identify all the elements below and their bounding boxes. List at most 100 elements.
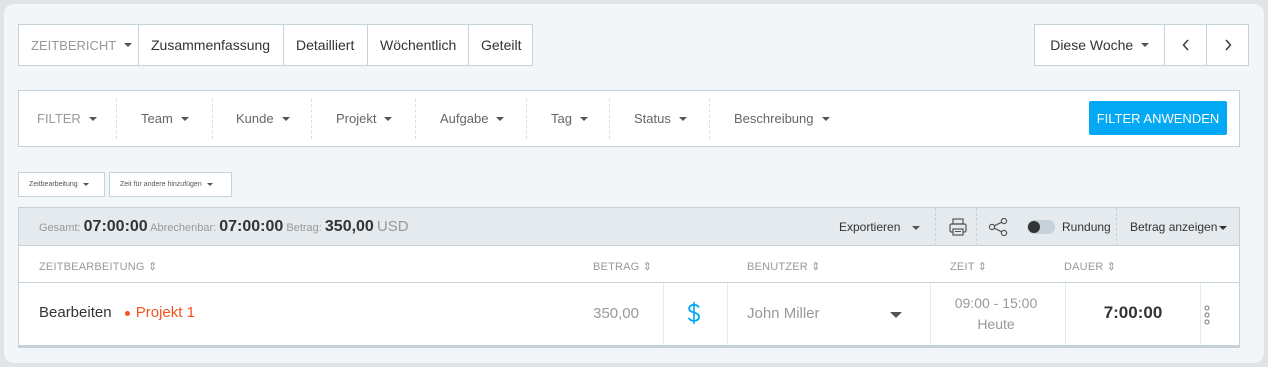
toggle-knob	[1028, 221, 1040, 233]
divider	[663, 283, 664, 345]
filter-task-label: Aufgabe	[440, 111, 489, 126]
show-amount-dropdown[interactable]: Betrag anzeigen	[1130, 220, 1228, 234]
amount-value: 350,00	[324, 218, 374, 235]
chevron-down-icon	[124, 43, 133, 47]
share-button[interactable]	[988, 217, 1008, 241]
filter-team-label: Team	[141, 111, 173, 126]
divider	[935, 208, 936, 246]
divider	[415, 99, 416, 139]
column-header-entry[interactable]: ZEITBEARBEITUNG ⇕	[39, 260, 157, 273]
add-time-for-others-dropdown[interactable]: Zeit für andere hinzufügen	[109, 172, 232, 197]
project-color-dot	[124, 310, 130, 316]
add-time-for-others-label: Zeit für andere hinzufügen	[120, 181, 202, 188]
time-range-text: 09:00 - 15:00	[954, 295, 1038, 311]
column-header-time[interactable]: ZEIT ⇕	[950, 260, 987, 273]
export-dropdown[interactable]: Exportieren	[839, 220, 921, 234]
divider	[116, 99, 117, 139]
filter-task[interactable]: Aufgabe	[440, 91, 505, 146]
divider	[976, 208, 977, 246]
total-value: 07:00:00	[83, 218, 148, 235]
tab-label: Wöchentlich	[380, 37, 457, 53]
edit-time-dropdown[interactable]: Zeitbearbeitung	[18, 172, 105, 197]
chevron-down-icon	[82, 183, 89, 186]
chevron-down-icon	[1219, 225, 1228, 230]
user-select[interactable]: John Miller	[747, 305, 820, 322]
divider	[212, 99, 213, 139]
report-type-dropdown[interactable]: ZEITBERICHT	[19, 25, 139, 65]
show-amount-label: Betrag anzeigen	[1130, 220, 1218, 234]
column-header-amount[interactable]: BETRAG ⇕	[593, 260, 652, 273]
tab-shared[interactable]: Geteilt	[469, 25, 532, 65]
export-label: Exportieren	[839, 220, 901, 234]
sort-icon: ⇕	[977, 261, 988, 273]
report-type-tabs: ZEITBERICHT Zusammenfassung Detailliert …	[18, 24, 533, 66]
billable-toggle[interactable]	[687, 301, 701, 330]
total-label: Gesamt:	[39, 222, 81, 234]
filter-project[interactable]: Projekt	[336, 91, 393, 146]
filter-tag[interactable]: Tag	[551, 91, 588, 146]
user-dropdown-chevron-down-icon[interactable]	[890, 312, 902, 318]
column-header-label: BENUTZER	[747, 261, 808, 273]
report-type-label: ZEITBERICHT	[31, 37, 117, 53]
project-name[interactable]: Projekt 1	[136, 304, 195, 321]
tab-label: Zusammenfassung	[151, 37, 271, 53]
print-button[interactable]	[948, 217, 968, 242]
description-text: Bearbeiten	[39, 304, 112, 321]
filter-description[interactable]: Beschreibung	[734, 91, 830, 146]
chevron-down-icon	[281, 116, 290, 121]
divider	[609, 99, 610, 139]
filter-team[interactable]: Team	[141, 91, 189, 146]
previous-week-button[interactable]	[1165, 25, 1208, 65]
rounding-toggle[interactable]	[1027, 220, 1055, 234]
date-range-control: Diese Woche	[1034, 24, 1249, 66]
tab-weekly[interactable]: Wöchentlich	[368, 25, 469, 65]
date-range-dropdown[interactable]: Diese Woche	[1035, 25, 1166, 65]
column-header-label: BETRAG	[593, 261, 640, 273]
filter-status[interactable]: Status	[634, 91, 687, 146]
entry-amount: 350,00	[593, 305, 639, 322]
billable-label: Abrechenbar:	[150, 222, 217, 234]
filter-client-label: Kunde	[236, 111, 274, 126]
divider	[526, 99, 527, 139]
time-entries-table: Gesamt: 07:00:00 Abrechenbar: 07:00:00 B…	[18, 207, 1240, 348]
summary-totals: Gesamt: 07:00:00 Abrechenbar: 07:00:00 B…	[39, 218, 409, 236]
more-options-button[interactable]	[1203, 304, 1211, 331]
divider	[727, 283, 728, 345]
filter-client[interactable]: Kunde	[236, 91, 290, 146]
kebab-menu-icon	[1204, 305, 1210, 325]
chevron-down-icon	[1141, 43, 1150, 47]
time-range[interactable]: 09:00 - 15:00 Heute	[931, 293, 1061, 335]
column-header-label: ZEITBEARBEITUNG	[39, 261, 145, 273]
filter-tag-label: Tag	[551, 111, 572, 126]
filter-label: FILTER	[37, 111, 81, 126]
sort-icon: ⇕	[147, 261, 158, 273]
tab-summary[interactable]: Zusammenfassung	[139, 25, 284, 65]
column-header-label: ZEIT	[950, 261, 975, 273]
filter-description-label: Beschreibung	[734, 111, 814, 126]
sort-icon: ⇕	[642, 261, 653, 273]
chevron-down-icon	[821, 116, 830, 121]
rounding-label: Rundung	[1062, 220, 1111, 234]
filter-bar: FILTER Team Kunde Projekt Aufgabe Tag St…	[18, 90, 1240, 147]
divider	[709, 99, 710, 139]
billable-value: 07:00:00	[219, 218, 284, 235]
column-header-user[interactable]: BENUTZER ⇕	[747, 260, 821, 273]
chevron-down-icon	[384, 116, 393, 121]
tab-label: Detailliert	[296, 37, 355, 53]
filter-dropdown[interactable]: FILTER	[37, 91, 97, 146]
tab-detailed[interactable]: Detailliert	[284, 25, 368, 65]
next-week-button[interactable]	[1207, 25, 1248, 65]
filter-status-label: Status	[634, 111, 671, 126]
divider	[311, 99, 312, 139]
date-range-label: Diese Woche	[1050, 37, 1134, 53]
chevron-right-icon	[1225, 39, 1232, 51]
apply-filter-button[interactable]: FILTER ANWENDEN	[1089, 101, 1227, 135]
entry-description[interactable]: Bearbeiten Projekt 1	[39, 304, 195, 321]
table-row: Bearbeiten Projekt 1 350,00 John Miller …	[19, 283, 1239, 345]
summary-bar: Gesamt: 07:00:00 Abrechenbar: 07:00:00 B…	[19, 208, 1239, 246]
share-icon	[988, 217, 1008, 237]
entry-duration[interactable]: 7:00:00	[1066, 303, 1200, 323]
chevron-down-icon	[206, 183, 213, 186]
chevron-down-icon	[88, 116, 97, 121]
column-header-duration[interactable]: DAUER ⇕	[1064, 260, 1116, 273]
